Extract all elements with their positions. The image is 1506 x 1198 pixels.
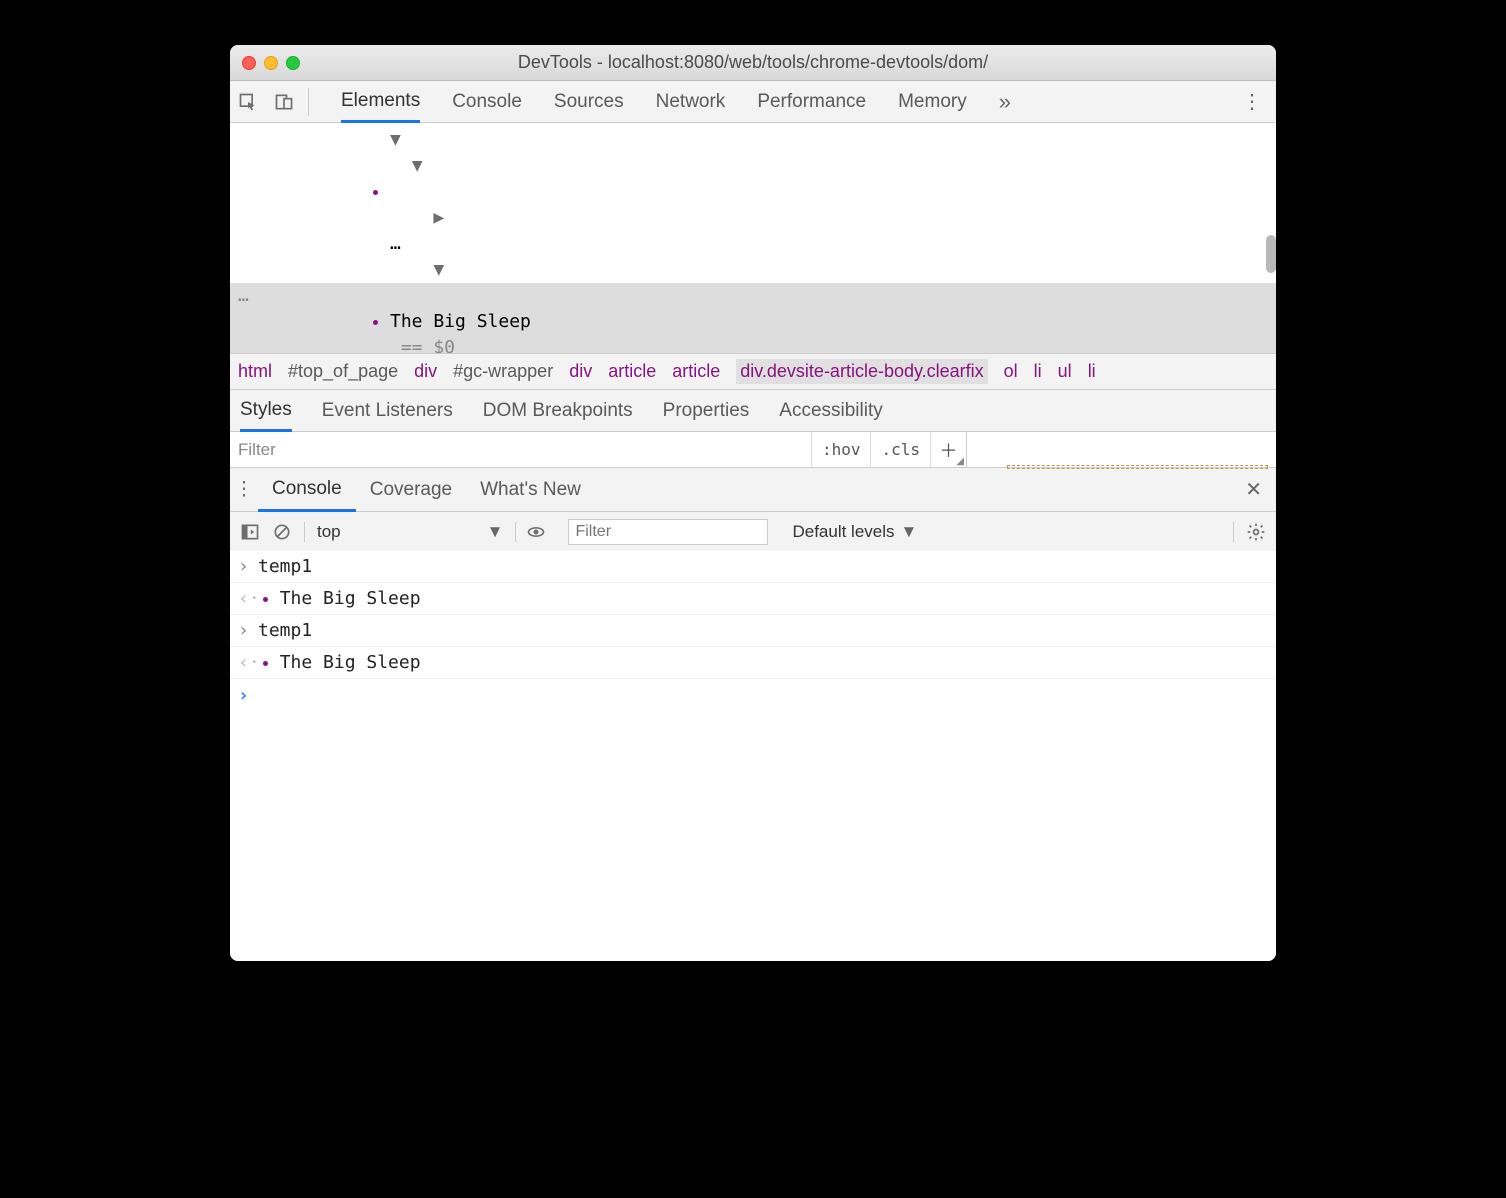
zoom-window-button[interactable] bbox=[286, 56, 300, 70]
breadcrumb-segment[interactable]: ul bbox=[1058, 361, 1072, 382]
breadcrumb-segment[interactable]: html bbox=[238, 361, 272, 382]
dom-node[interactable]: ▼ bbox=[230, 153, 1276, 205]
minimize-window-button[interactable] bbox=[264, 56, 278, 70]
console-output[interactable]: › temp1‹· The Big Sleep› temp1‹· The Big… bbox=[230, 551, 1276, 961]
console-sidebar-toggle-icon[interactable] bbox=[240, 522, 260, 542]
chevron-down-icon: ▼ bbox=[487, 522, 504, 542]
breadcrumb-segment[interactable]: div bbox=[569, 361, 592, 382]
new-style-rule-icon[interactable]: ＋◢ bbox=[930, 432, 966, 467]
breadcrumb-segment[interactable]: div bbox=[414, 361, 437, 382]
breadcrumb-segment[interactable]: li bbox=[1034, 361, 1042, 382]
chevron-down-icon: ▼ bbox=[901, 522, 918, 542]
console-settings-icon[interactable] bbox=[1233, 522, 1266, 542]
dom-tree[interactable]: ▼ ▼ ▶… ▼ The Big Sleep == $0 The Long Go… bbox=[230, 123, 1276, 353]
clear-console-icon[interactable] bbox=[272, 522, 292, 542]
dom-node[interactable]: ▼ bbox=[230, 257, 1276, 283]
tab-memory[interactable]: Memory bbox=[898, 81, 967, 123]
console-row[interactable]: ‹· The Big Sleep bbox=[230, 583, 1276, 615]
drawer-menu-icon[interactable]: ⋮ bbox=[230, 478, 258, 501]
log-levels-label: Default levels bbox=[792, 522, 894, 542]
panel-tabs: Elements Console Sources Network Perform… bbox=[315, 81, 1228, 123]
styles-filter-input[interactable] bbox=[230, 432, 811, 467]
subtab-event-listeners[interactable]: Event Listeners bbox=[322, 400, 453, 422]
live-expression-icon[interactable] bbox=[515, 522, 556, 542]
styles-sidebar-preview bbox=[966, 432, 1276, 467]
breadcrumb-segment[interactable]: div.devsite-article-body.clearfix bbox=[736, 359, 987, 384]
console-row[interactable]: ‹· The Big Sleep bbox=[230, 647, 1276, 679]
breadcrumb-segment[interactable]: article bbox=[672, 361, 720, 382]
drawer-close-icon[interactable]: ✕ bbox=[1231, 477, 1276, 502]
drawer-tab-console[interactable]: Console bbox=[258, 468, 356, 512]
subtab-accessibility[interactable]: Accessibility bbox=[779, 400, 882, 422]
console-empty-area bbox=[230, 711, 1276, 961]
dom-node-selected[interactable]: The Big Sleep == $0 bbox=[230, 283, 1276, 353]
scrollbar-thumb[interactable] bbox=[1266, 235, 1276, 273]
divider bbox=[308, 88, 309, 116]
device-toolbar-icon[interactable] bbox=[266, 81, 302, 123]
context-selector[interactable]: top ▼ bbox=[304, 522, 503, 542]
main-menu-icon[interactable]: ⋮ bbox=[1228, 89, 1276, 114]
cls-toggle[interactable]: .cls bbox=[870, 432, 930, 467]
inspect-element-icon[interactable] bbox=[230, 81, 266, 123]
subtab-dom-breakpoints[interactable]: DOM Breakpoints bbox=[483, 400, 633, 422]
styles-tabbar: Styles Event Listeners DOM Breakpoints P… bbox=[230, 389, 1276, 431]
drawer-tab-whats-new[interactable]: What's New bbox=[466, 468, 595, 512]
drawer-tabbar: ⋮ Console Coverage What's New ✕ bbox=[230, 467, 1276, 511]
breadcrumb-segment[interactable]: #top_of_page bbox=[288, 361, 398, 382]
tab-sources[interactable]: Sources bbox=[554, 81, 624, 123]
tab-network[interactable]: Network bbox=[656, 81, 726, 123]
subtab-styles[interactable]: Styles bbox=[240, 390, 292, 432]
breadcrumb-segment[interactable]: ol bbox=[1004, 361, 1018, 382]
close-window-button[interactable] bbox=[242, 56, 256, 70]
traffic-lights bbox=[242, 56, 300, 70]
console-prompt[interactable]: › bbox=[230, 679, 1276, 711]
hov-toggle[interactable]: :hov bbox=[811, 432, 871, 467]
console-row[interactable]: › temp1 bbox=[230, 551, 1276, 583]
drawer-tab-coverage[interactable]: Coverage bbox=[356, 468, 466, 512]
context-selector-label: top bbox=[317, 522, 341, 542]
console-toolbar: top ▼ Default levels ▼ bbox=[230, 511, 1276, 551]
main-toolbar: Elements Console Sources Network Perform… bbox=[230, 81, 1276, 123]
tab-console[interactable]: Console bbox=[452, 81, 522, 123]
devtools-window: DevTools - localhost:8080/web/tools/chro… bbox=[230, 45, 1276, 961]
tab-performance[interactable]: Performance bbox=[757, 81, 866, 123]
log-levels-selector[interactable]: Default levels ▼ bbox=[780, 522, 917, 542]
breadcrumb-segment[interactable]: li bbox=[1088, 361, 1096, 382]
dom-node[interactable]: ▶… bbox=[230, 205, 1276, 257]
console-filter-input[interactable] bbox=[568, 519, 768, 545]
titlebar: DevTools - localhost:8080/web/tools/chro… bbox=[230, 45, 1276, 81]
overflow-tabs-icon[interactable]: » bbox=[999, 89, 1011, 115]
styles-filter-bar: :hov .cls ＋◢ bbox=[230, 431, 1276, 467]
dom-node[interactable]: ▼ bbox=[230, 127, 1276, 153]
window-title: DevTools - localhost:8080/web/tools/chro… bbox=[230, 52, 1276, 73]
breadcrumb-segment[interactable]: article bbox=[608, 361, 656, 382]
subtab-properties[interactable]: Properties bbox=[663, 400, 750, 422]
tab-elements[interactable]: Elements bbox=[341, 81, 420, 123]
console-row[interactable]: › temp1 bbox=[230, 615, 1276, 647]
breadcrumb: html #top_of_page div #gc-wrapper div article… bbox=[230, 353, 1276, 389]
breadcrumb-segment[interactable]: #gc-wrapper bbox=[453, 361, 553, 382]
